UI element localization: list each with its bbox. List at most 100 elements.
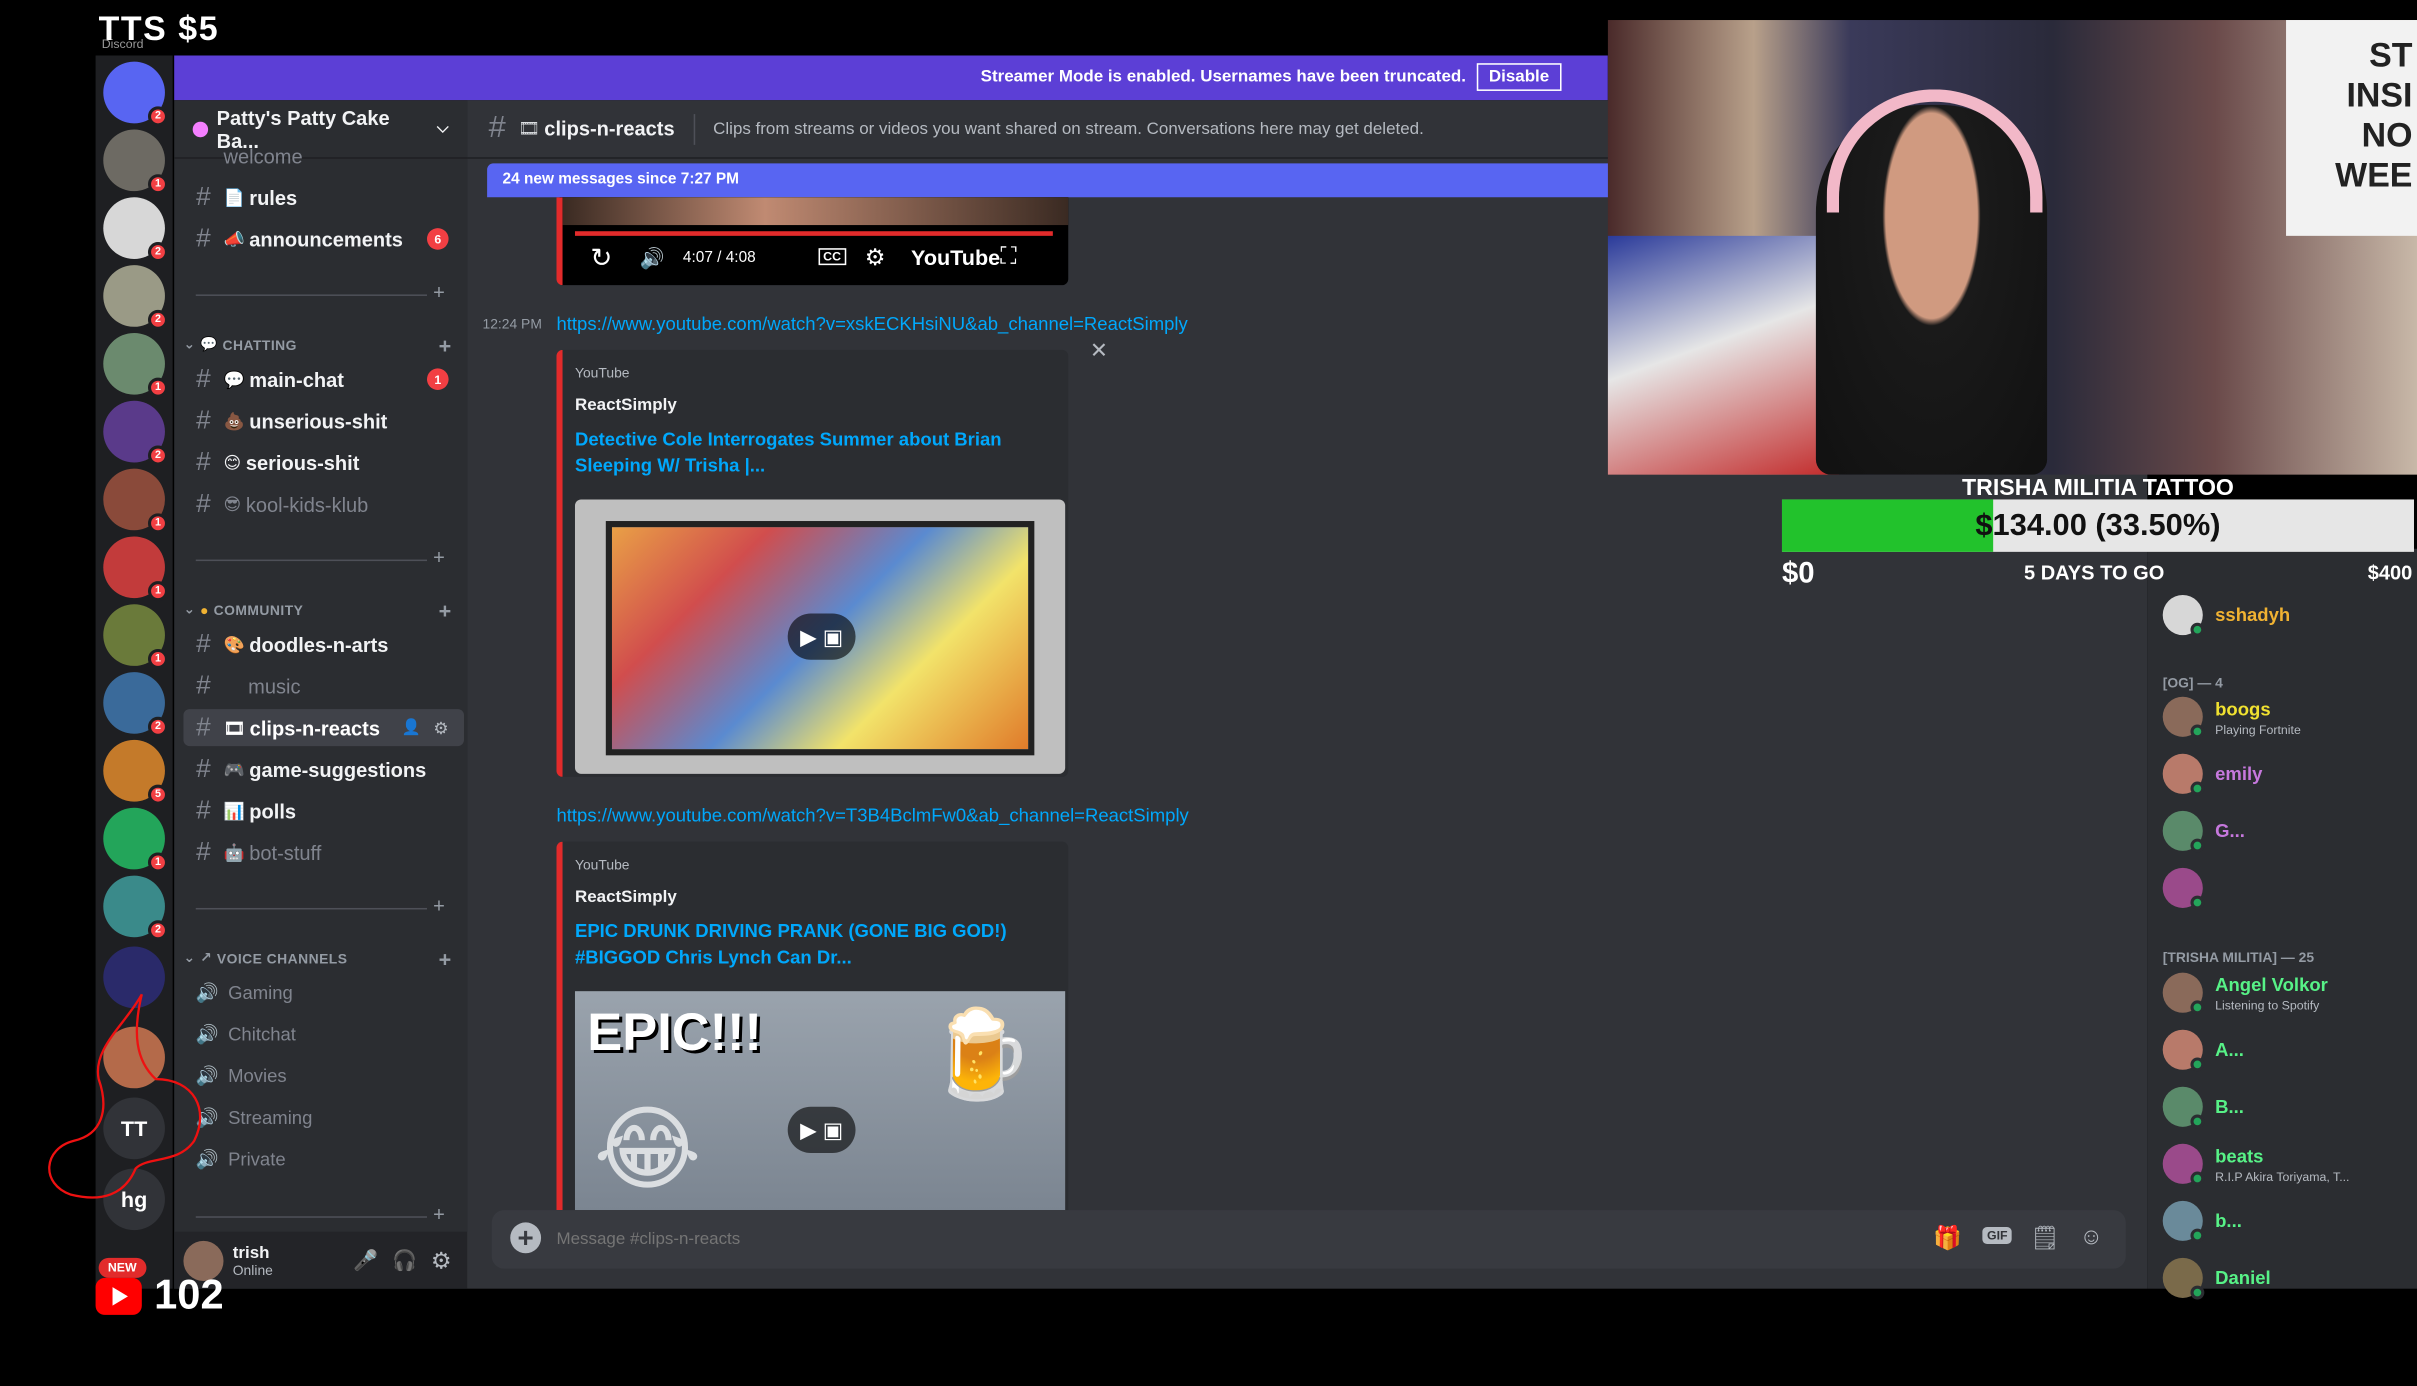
role-header-og: [OG] — 4 bbox=[2162, 675, 2223, 691]
category-community[interactable]: ⌄ ● COMMUNITY + bbox=[183, 597, 460, 622]
channel-main-chat[interactable]: # 💬 main-chat 1 bbox=[183, 361, 464, 398]
member-name: b... bbox=[2215, 1210, 2242, 1232]
divider bbox=[693, 113, 695, 145]
film-icon: 🎞 bbox=[518, 120, 540, 139]
avatar bbox=[2162, 1143, 2205, 1186]
server-icon[interactable]: 1 bbox=[103, 536, 169, 602]
plus-icon[interactable]: + bbox=[433, 281, 445, 304]
youtube-player[interactable]: ↻ 🔊 4:07 / 4:08 CC ⚙ YouTube ⛶ bbox=[556, 197, 1069, 286]
server-icon[interactable]: 2 bbox=[103, 875, 169, 941]
server-icon[interactable]: 1 bbox=[103, 604, 169, 670]
channel-doodles[interactable]: # 🎨 doodles-n-arts bbox=[183, 626, 464, 663]
captions-icon[interactable]: CC bbox=[818, 248, 846, 266]
plus-icon[interactable]: + bbox=[439, 946, 452, 971]
divider bbox=[195, 1216, 427, 1218]
play-icon[interactable]: ▶ ▣ bbox=[787, 613, 856, 660]
mention-badge: 2 bbox=[147, 309, 169, 330]
hash-icon: # bbox=[488, 110, 506, 145]
headphones-icon[interactable]: 🎧 bbox=[392, 1248, 417, 1273]
shirt-text: ST INSI NO WEE bbox=[2335, 35, 2413, 195]
fullscreen-icon[interactable]: ⛶ bbox=[1000, 244, 1016, 270]
channel-kool-kids[interactable]: # 😎 kool-kids-klub bbox=[183, 486, 464, 523]
video-thumbnail[interactable]: ▶ ▣ bbox=[574, 499, 1066, 774]
server-icon[interactable]: 2 bbox=[103, 400, 169, 466]
new-badge: NEW bbox=[98, 1257, 146, 1278]
category-chatting[interactable]: ⌄ 💬 CHATTING + bbox=[183, 332, 460, 357]
message-input-bar: + 🎁 GIF 🗒 ☺ bbox=[491, 1210, 2126, 1269]
video-frame bbox=[562, 197, 1069, 226]
message-input[interactable] bbox=[556, 1225, 1790, 1254]
discord-home-icon[interactable]: 2 bbox=[103, 61, 169, 127]
channel-serious[interactable]: # 😊 serious-shit bbox=[183, 444, 464, 481]
member-item[interactable]: beats R.I.P Akira Toriyama, T... bbox=[2162, 1143, 2349, 1186]
channel-welcome[interactable]: welcome bbox=[183, 146, 464, 164]
mention-badge: 1 bbox=[147, 648, 169, 670]
member-item[interactable]: Daniel bbox=[2162, 1257, 2271, 1300]
channel-title: clips-n-reacts bbox=[544, 117, 675, 141]
invite-icon[interactable]: 👤 bbox=[402, 719, 421, 736]
member-item[interactable]: boogs Playing Fortnite bbox=[2162, 696, 2301, 739]
plus-icon[interactable]: + bbox=[433, 894, 445, 917]
plus-icon[interactable]: + bbox=[439, 597, 452, 622]
embed-author[interactable]: ReactSimply bbox=[575, 396, 677, 414]
gear-icon[interactable]: ⚙ bbox=[865, 244, 886, 271]
member-item[interactable]: Angel Volkor Listening to Spotify bbox=[2162, 972, 2328, 1015]
close-icon[interactable]: ✕ bbox=[1090, 338, 1108, 364]
channel-announcements[interactable]: # 📣 announcements 6 bbox=[183, 220, 464, 257]
channel-unserious[interactable]: # 💩 unserious-shit bbox=[183, 402, 464, 439]
embed-author[interactable]: ReactSimply bbox=[575, 888, 677, 906]
channel-music[interactable]: # music bbox=[183, 667, 464, 704]
channel-bot-stuff[interactable]: # 🤖 bot-stuff bbox=[183, 834, 464, 871]
plus-icon[interactable]: + bbox=[439, 332, 452, 357]
sticker-icon[interactable]: 🗒 bbox=[2030, 1224, 2059, 1251]
embed-title[interactable]: EPIC DRUNK DRIVING PRANK (GONE BIG GOD!)… bbox=[575, 919, 1022, 971]
channel-game-suggestions[interactable]: # 🎮 game-suggestions bbox=[183, 751, 464, 788]
member-item[interactable]: sshadyh bbox=[2162, 595, 2290, 637]
server-icon[interactable]: 2 bbox=[103, 672, 169, 737]
message-link-1[interactable]: https://www.youtube.com/watch?v=xskECKHs… bbox=[556, 313, 1187, 335]
member-item[interactable]: b... bbox=[2162, 1200, 2242, 1243]
emoji-icon[interactable]: ☺ bbox=[2079, 1224, 2103, 1250]
plus-icon[interactable]: + bbox=[433, 1202, 445, 1225]
member-item[interactable]: A... bbox=[2162, 1029, 2244, 1072]
category-voice[interactable]: ⌄ ↗ VOICE CHANNELS + bbox=[183, 946, 460, 971]
divider bbox=[195, 294, 427, 296]
member-item[interactable] bbox=[2162, 867, 2215, 910]
server-icon[interactable]: 1 bbox=[103, 332, 169, 398]
plus-icon[interactable]: + bbox=[433, 546, 445, 569]
star-icon: ● bbox=[200, 601, 210, 618]
server-icon[interactable]: 1 bbox=[103, 468, 169, 534]
channel-polls[interactable]: # 📊 polls bbox=[183, 792, 464, 829]
avatar bbox=[2162, 696, 2205, 739]
member-item[interactable]: emily bbox=[2162, 753, 2262, 796]
server-icon[interactable]: 1 bbox=[103, 129, 169, 195]
add-attachment-icon[interactable]: + bbox=[510, 1222, 542, 1254]
new-messages-bar[interactable]: 24 new messages since 7:27 PM bbox=[487, 163, 1628, 198]
server-icon[interactable]: 2 bbox=[103, 265, 169, 330]
member-item[interactable]: B... bbox=[2162, 1086, 2244, 1129]
server-icon[interactable]: 2 bbox=[103, 197, 169, 263]
video-thumbnail[interactable]: EPIC!!! 😂 🍺 ▶ ▣ bbox=[574, 991, 1066, 1211]
server-icon[interactable]: 1 bbox=[103, 807, 169, 873]
disable-button[interactable]: Disable bbox=[1476, 63, 1562, 91]
microphone-icon[interactable]: 🎤 bbox=[353, 1248, 378, 1273]
hash-icon: # bbox=[196, 628, 211, 659]
progress-bar[interactable] bbox=[574, 231, 1053, 236]
channel-rules[interactable]: # 📄 rules bbox=[183, 179, 464, 216]
gift-icon[interactable]: 🎁 bbox=[1933, 1224, 1962, 1251]
embed-title[interactable]: Detective Cole Interrogates Summer about… bbox=[575, 427, 1022, 479]
youtube-brand: YouTube bbox=[911, 245, 1001, 270]
gear-icon[interactable]: ⚙ bbox=[431, 1246, 452, 1274]
channel-clips[interactable]: # 🎞 clips-n-reacts 👤 ⚙ bbox=[183, 709, 464, 747]
message-link-2[interactable]: https://www.youtube.com/watch?v=T3B4Bclm… bbox=[556, 805, 1188, 827]
gif-icon[interactable]: GIF bbox=[1982, 1227, 2013, 1244]
viewer-count: 102 bbox=[154, 1271, 224, 1318]
pin-icon: ↗ bbox=[200, 949, 213, 965]
member-name: Angel Volkor bbox=[2215, 973, 2328, 996]
replay-icon[interactable]: ↻ bbox=[590, 244, 612, 275]
play-icon[interactable]: ▶ ▣ bbox=[787, 1106, 856, 1154]
gear-icon[interactable]: ⚙ bbox=[433, 718, 448, 737]
volume-icon[interactable]: 🔊 bbox=[640, 247, 665, 272]
server-icon[interactable]: 5 bbox=[103, 739, 169, 805]
member-item[interactable]: G... bbox=[2162, 810, 2245, 853]
